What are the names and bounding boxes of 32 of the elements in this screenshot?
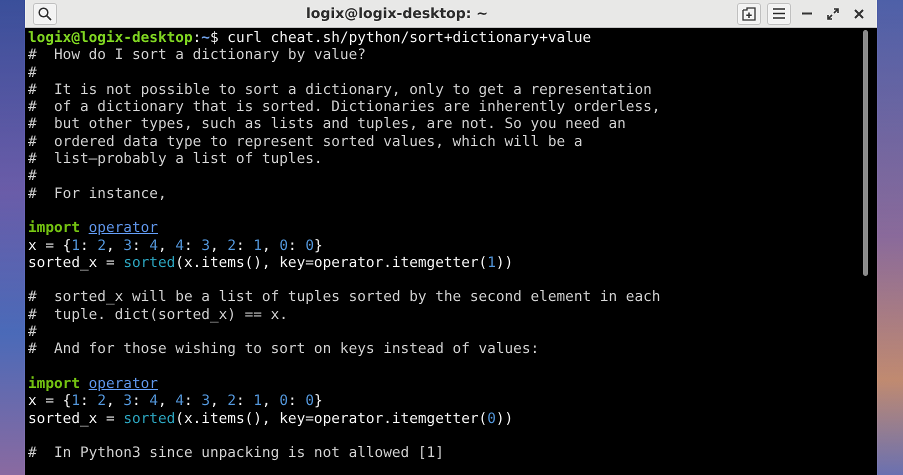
terminal-line: import operator (28, 376, 158, 394)
close-icon (854, 8, 864, 18)
terminal-line: x = {1: 2, 3: 4, 4: 3, 2: 1, 0: 0} (28, 393, 323, 411)
terminal-line: # How do I sort a dictionary by value? (28, 47, 366, 65)
minimize-icon (802, 12, 812, 15)
menu-icon (773, 8, 785, 19)
terminal-line: # In Python3 since unpacking is not allowed [1] (28, 445, 444, 462)
terminal-line: sorted_x = sorted(x.items(), key=operator.itemgetter(0)) (28, 410, 514, 428)
terminal-line: import operator (28, 220, 158, 238)
terminal-line: logix@logix-desktop:~$ curl cheat.sh/python/sort+dictionary+value (28, 30, 592, 48)
terminal-line: # For instance, (28, 186, 167, 203)
terminal-line: # (28, 64, 37, 82)
terminal-line: # but other types, such as lists and tuples, are not. So you need an (28, 116, 626, 134)
scrollbar-thumb[interactable] (863, 30, 868, 276)
menu-button[interactable] (767, 2, 791, 24)
maximize-icon (827, 8, 839, 20)
terminal-line: # And for those wishing to sort on keys instead of values: (28, 341, 540, 359)
window-title: logix@logix-desktop: ~ (304, 6, 490, 22)
terminal-line: # list—probably a list of tuples. (28, 151, 323, 168)
terminal-line: # (28, 168, 37, 186)
terminal-line: # (28, 324, 37, 342)
new-tab-button[interactable] (737, 2, 761, 24)
search-icon (38, 6, 52, 20)
terminal-line: sorted_x = sorted(x.items(), key=operator.itemgetter(1)) (28, 254, 514, 272)
terminal-line: # sorted_x will be a list of tuples sorted by the second element in each (28, 289, 660, 307)
terminal-line: # It is not possible to sort a dictionary, only to get a representation (28, 82, 652, 100)
terminal-line: # tuple. dict(sorted_x) == x. (28, 306, 288, 324)
terminal-line: # of a dictionary that is sorted. Dictionaries are inherently orderless, (28, 99, 660, 116)
terminal-line: x = {1: 2, 3: 4, 4: 3, 2: 1, 0: 0} (28, 238, 323, 255)
search-button[interactable] (33, 2, 57, 24)
new-tab-icon (742, 6, 756, 20)
terminal-line: # ordered data type to represent sorted values, which will be a (28, 134, 582, 152)
